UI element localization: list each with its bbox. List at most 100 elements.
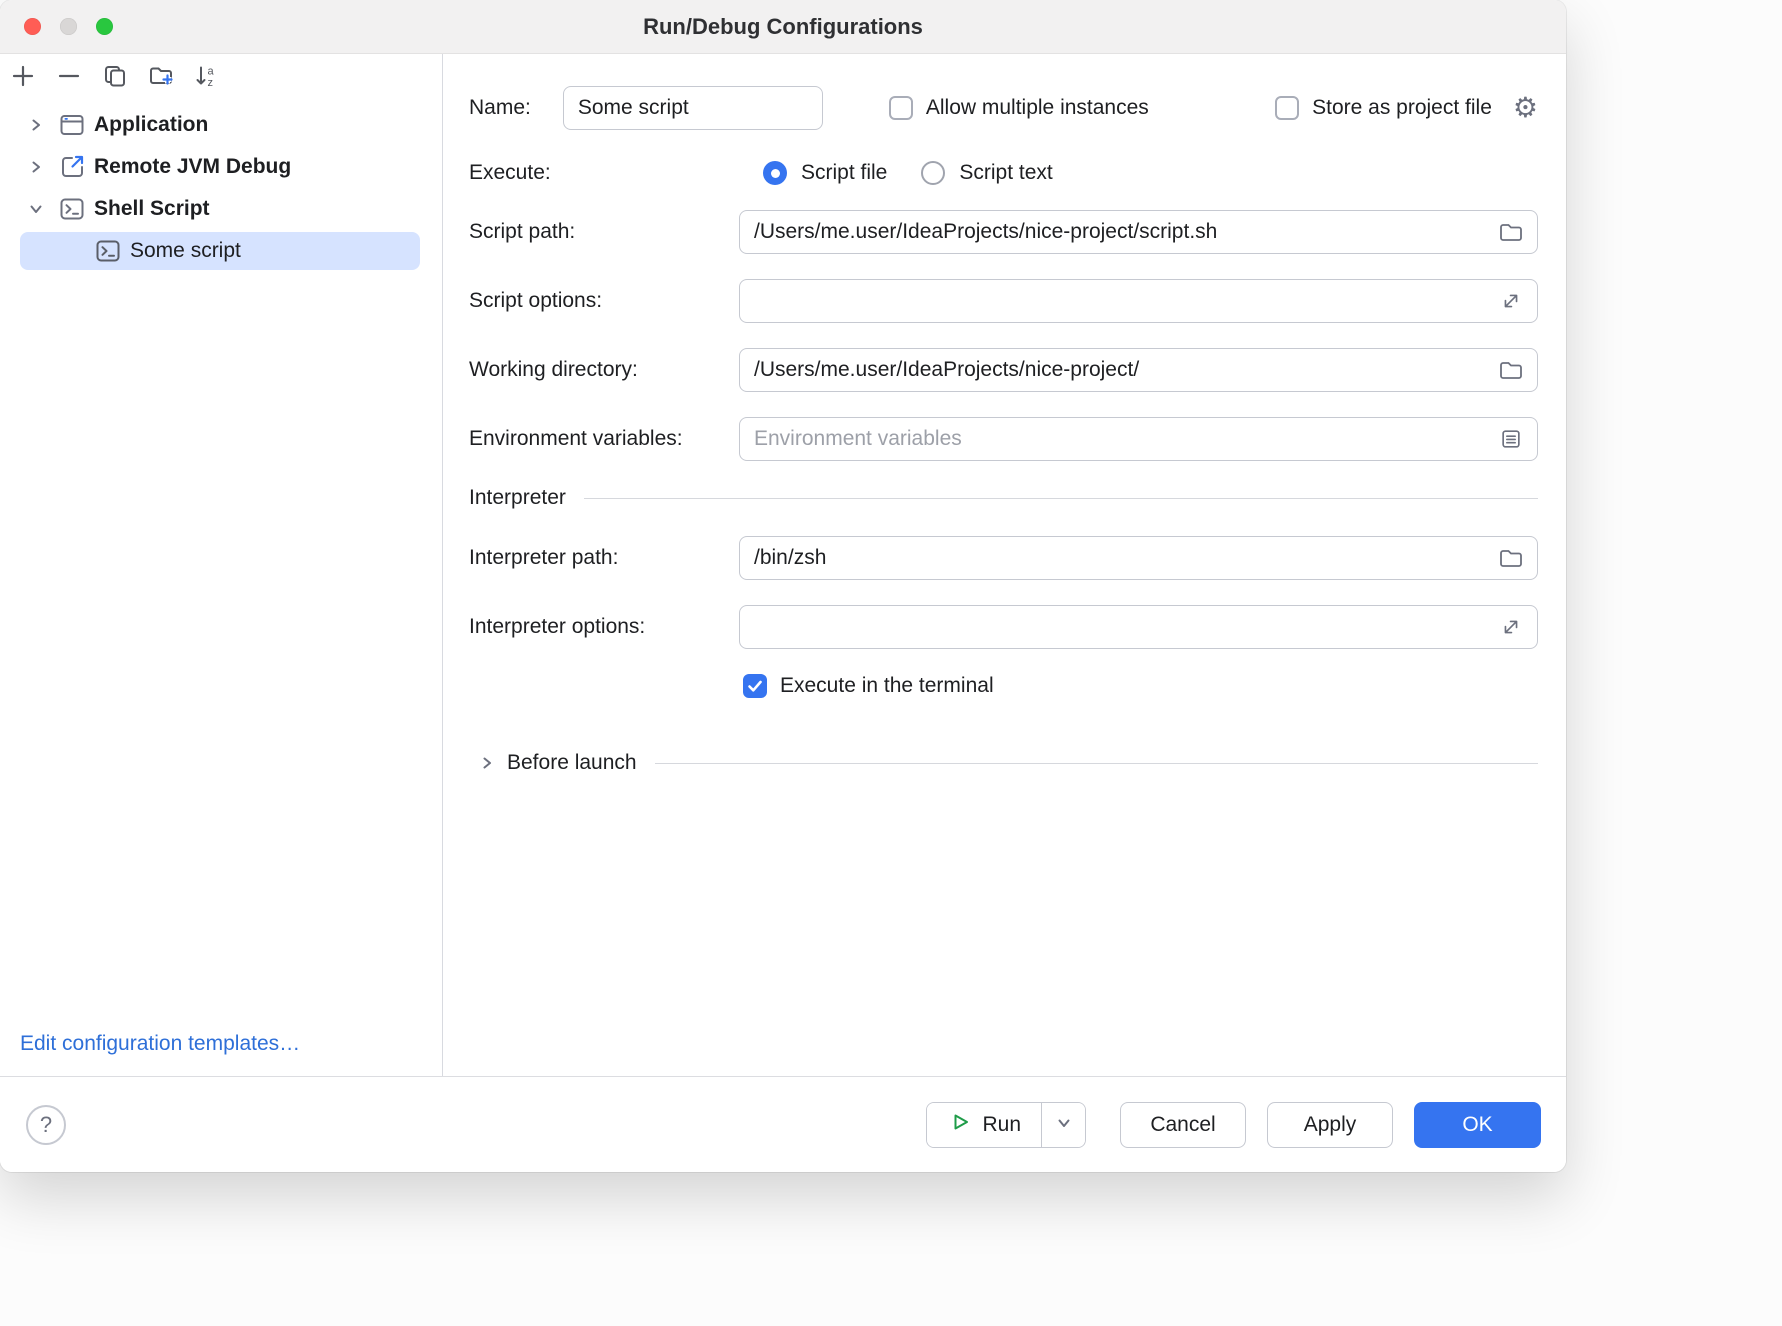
script-text-radio[interactable]: Script text [921, 161, 1052, 185]
expand-field-icon[interactable] [1497, 613, 1525, 641]
execute-in-terminal-label: Execute in the terminal [780, 674, 994, 698]
working-directory-input-wrap [739, 348, 1538, 392]
tree-item-some-script[interactable]: Some script [20, 232, 420, 270]
cancel-button[interactable]: Cancel [1120, 1102, 1246, 1148]
close-window-button[interactable] [24, 18, 41, 35]
interpreter-options-input-wrap [739, 605, 1538, 649]
script-path-input-wrap [739, 210, 1538, 254]
script-path-input[interactable] [739, 210, 1538, 254]
store-as-project-file-checkbox[interactable]: Store as project file ⚙ [1275, 94, 1538, 122]
interpreter-options-input[interactable] [739, 605, 1538, 649]
working-directory-input[interactable] [739, 348, 1538, 392]
chevron-down-icon[interactable] [24, 202, 48, 216]
before-launch-label: Before launch [507, 751, 637, 775]
checkbox-checked-icon [743, 674, 767, 698]
checkbox-unchecked-icon [1275, 96, 1299, 120]
browse-folder-icon[interactable] [1497, 218, 1525, 246]
edit-configuration-templates-link[interactable]: Edit configuration templates… [20, 1032, 442, 1056]
environment-variables-input-wrap [739, 417, 1538, 461]
environment-variables-row: Environment variables: [469, 417, 1538, 461]
configuration-form: Name: Allow multiple instances Store as … [443, 54, 1566, 1076]
run-options-dropdown-button[interactable] [1042, 1103, 1085, 1147]
execute-radio-group: Script file Script text [739, 161, 1053, 185]
working-directory-row: Working directory: [469, 348, 1538, 392]
variables-list-icon[interactable] [1497, 425, 1525, 453]
execute-label: Execute: [469, 161, 739, 185]
desktop-background: Run/Debug Configurations [0, 0, 1782, 1326]
before-launch-section[interactable]: Before launch [469, 751, 1538, 775]
interpreter-path-label: Interpreter path: [469, 546, 739, 570]
application-icon [58, 111, 86, 139]
tree-item-label: Shell Script [94, 197, 210, 221]
interpreter-path-input[interactable] [739, 536, 1538, 580]
environment-variables-input[interactable] [739, 417, 1538, 461]
configurations-sidebar: az Application Remote JVM Debug [0, 54, 443, 1076]
script-file-radio[interactable]: Script file [763, 161, 887, 185]
configurations-tree: Application Remote JVM Debug Shell Scrip… [0, 100, 442, 1032]
tree-item-remote-jvm-debug[interactable]: Remote JVM Debug [0, 146, 442, 188]
script-options-input-wrap [739, 279, 1538, 323]
copy-icon [102, 63, 128, 92]
sort-configurations-button[interactable]: az [190, 60, 224, 94]
minus-icon [56, 63, 82, 92]
run-split-button: Run [926, 1102, 1086, 1148]
section-divider [584, 498, 1538, 499]
allow-multiple-instances-checkbox[interactable]: Allow multiple instances [889, 96, 1149, 120]
play-icon [949, 1111, 971, 1139]
gear-icon[interactable]: ⚙ [1513, 94, 1538, 122]
checkbox-unchecked-icon [889, 96, 913, 120]
execute-in-terminal-checkbox[interactable]: Execute in the terminal [743, 674, 994, 698]
sort-az-icon: az [194, 63, 220, 92]
browse-folder-icon[interactable] [1497, 356, 1525, 384]
interpreter-path-input-wrap [739, 536, 1538, 580]
dialog-content: az Application Remote JVM Debug [0, 54, 1566, 1076]
execute-in-terminal-row: Execute in the terminal [743, 674, 1538, 698]
minimize-window-button [60, 18, 77, 35]
script-options-label: Script options: [469, 289, 739, 313]
interpreter-path-row: Interpreter path: [469, 536, 1538, 580]
tree-item-shell-script[interactable]: Shell Script [0, 188, 442, 230]
name-label: Name: [469, 96, 531, 120]
ok-button[interactable]: OK [1414, 1102, 1541, 1148]
zoom-window-button[interactable] [96, 18, 113, 35]
remove-configuration-button[interactable] [52, 60, 86, 94]
titlebar[interactable]: Run/Debug Configurations [0, 0, 1566, 54]
script-path-label: Script path: [469, 220, 739, 244]
script-options-input[interactable] [739, 279, 1538, 323]
chevron-right-icon[interactable] [475, 756, 499, 770]
dialog-footer: ? Run Cancel Apply OK [0, 1076, 1566, 1172]
store-as-project-file-label: Store as project file [1312, 96, 1492, 120]
allow-multiple-instances-label: Allow multiple instances [926, 96, 1149, 120]
interpreter-section-header: Interpreter [469, 486, 1538, 510]
section-divider [655, 763, 1538, 764]
working-directory-label: Working directory: [469, 358, 739, 382]
run-debug-configurations-dialog: Run/Debug Configurations [0, 0, 1566, 1172]
tree-item-label: Some script [130, 239, 241, 263]
shell-script-icon [58, 195, 86, 223]
chevron-down-icon [1057, 1116, 1071, 1133]
script-file-label: Script file [801, 161, 887, 185]
radio-selected-icon [763, 161, 787, 185]
expand-field-icon[interactable] [1497, 287, 1525, 315]
browse-folder-icon[interactable] [1497, 544, 1525, 572]
window-title: Run/Debug Configurations [643, 14, 923, 40]
run-button-label: Run [982, 1113, 1021, 1137]
chevron-right-icon[interactable] [24, 118, 48, 132]
tree-item-application[interactable]: Application [0, 104, 442, 146]
help-button[interactable]: ? [26, 1105, 66, 1145]
apply-button[interactable]: Apply [1267, 1102, 1393, 1148]
new-folder-button[interactable] [144, 60, 178, 94]
shell-script-icon [94, 237, 122, 265]
tree-item-label: Application [94, 113, 208, 137]
tree-item-label: Remote JVM Debug [94, 155, 291, 179]
execute-row: Execute: Script file Script text [469, 161, 1538, 185]
copy-configuration-button[interactable] [98, 60, 132, 94]
plus-icon [10, 63, 36, 92]
add-configuration-button[interactable] [6, 60, 40, 94]
remote-jvm-debug-icon [58, 153, 86, 181]
new-folder-icon [148, 63, 174, 92]
interpreter-options-label: Interpreter options: [469, 615, 739, 639]
chevron-right-icon[interactable] [24, 160, 48, 174]
run-button[interactable]: Run [927, 1103, 1041, 1147]
name-input[interactable] [563, 86, 823, 130]
